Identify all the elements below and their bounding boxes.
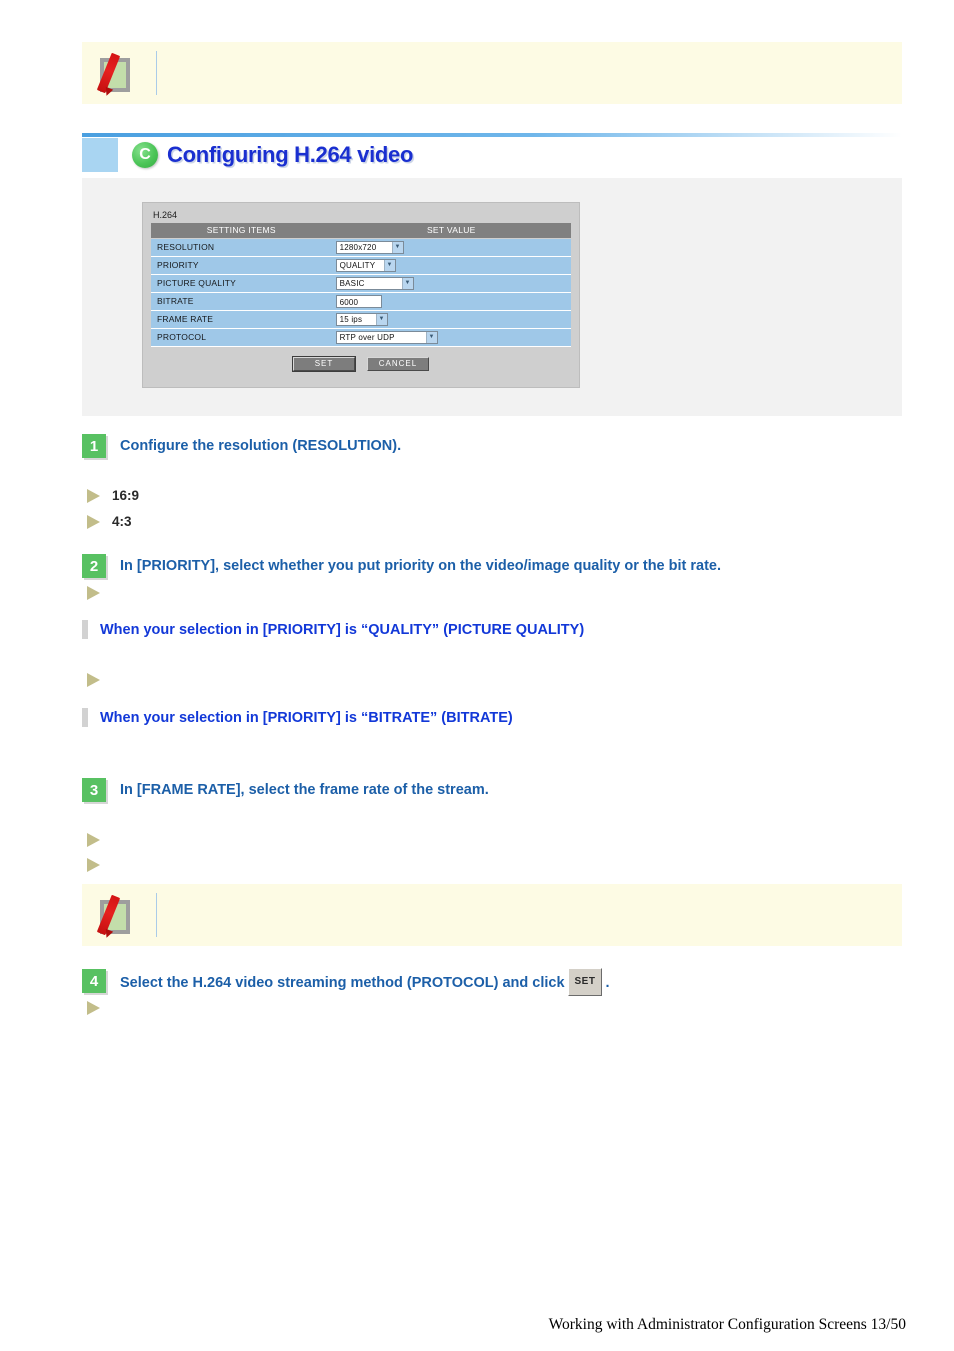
triangle-bullet-icon — [87, 586, 100, 600]
step-3-number: 3 — [82, 778, 106, 802]
column-header-setting-items: SETTING ITEMS — [151, 223, 332, 238]
dropdown-value: QUALITY — [340, 259, 380, 272]
bullet-step-2 — [87, 586, 112, 600]
chevron-down-icon: ▼ — [392, 242, 403, 253]
table-row: RESOLUTION 1280x720 ▼ — [151, 238, 571, 256]
note-divider — [156, 893, 157, 937]
dropdown-value: BASIC — [340, 277, 369, 290]
dropdown-picture-quality[interactable]: BASIC ▼ — [336, 277, 414, 290]
bullet-quality-section — [87, 673, 112, 687]
setting-value-cell: 1280x720 ▼ — [332, 238, 571, 256]
triangle-bullet-icon — [87, 489, 100, 503]
setting-label: BITRATE — [151, 292, 332, 310]
window-button-row: SET CANCEL — [151, 357, 571, 371]
setting-value-cell: RTP over UDP ▼ — [332, 328, 571, 346]
set-button[interactable]: SET — [293, 357, 355, 371]
chevron-down-icon: ▼ — [376, 314, 387, 325]
triangle-bullet-icon — [87, 833, 100, 847]
step-2-text: In [PRIORITY], select whether you put pr… — [120, 554, 721, 578]
memo-pencil-icon — [96, 52, 138, 94]
step-1: 1 Configure the resolution (RESOLUTION). — [82, 434, 401, 458]
table-header-row: SETTING ITEMS SET VALUE — [151, 223, 571, 238]
setting-label: PROTOCOL — [151, 328, 332, 346]
chevron-down-icon: ▼ — [384, 260, 395, 271]
chevron-down-icon: ▼ — [426, 332, 437, 343]
setting-value-cell: 6000 — [332, 292, 571, 310]
h264-settings-window: H.264 SETTING ITEMS SET VALUE RESOLUTION… — [142, 202, 580, 388]
triangle-bullet-icon — [87, 673, 100, 687]
bullet-step-3-a — [87, 833, 112, 847]
inline-set-button[interactable]: SET — [568, 968, 603, 996]
screenshot-panel: H.264 SETTING ITEMS SET VALUE RESOLUTION… — [82, 178, 902, 416]
dropdown-protocol[interactable]: RTP over UDP ▼ — [336, 331, 438, 344]
bullet-step-4 — [87, 1001, 112, 1015]
step-3: 3 In [FRAME RATE], select the frame rate… — [82, 778, 489, 802]
window-caption: H.264 — [151, 210, 571, 220]
bullet-step-3-b — [87, 858, 112, 872]
column-header-set-value: SET VALUE — [332, 223, 571, 238]
step-1-number: 1 — [82, 434, 106, 458]
memo-pencil-icon — [96, 894, 138, 936]
setting-value-cell: 15 ips ▼ — [332, 310, 571, 328]
triangle-bullet-icon — [87, 515, 100, 529]
page-footer: Working with Administrator Configuration… — [0, 1316, 954, 1334]
step-3-text: In [FRAME RATE], select the frame rate o… — [120, 778, 489, 802]
dropdown-value: RTP over UDP — [340, 331, 399, 344]
dropdown-frame-rate[interactable]: 15 ips ▼ — [336, 313, 388, 326]
bullet-label: 4:3 — [112, 515, 132, 529]
triangle-bullet-icon — [87, 1001, 100, 1015]
section-color-swatch — [82, 138, 118, 172]
step-4: 4 Select the H.264 video streaming metho… — [82, 969, 610, 997]
bullet-ratio-16-9: 16:9 — [87, 489, 139, 503]
dropdown-value: 15 ips — [340, 313, 367, 326]
step-2: 2 In [PRIORITY], select whether you put … — [82, 554, 721, 578]
note-divider — [156, 51, 157, 95]
dropdown-value: 1280x720 — [340, 241, 381, 254]
subheading-bar — [82, 708, 88, 727]
dropdown-resolution[interactable]: 1280x720 ▼ — [336, 241, 404, 254]
table-row: PROTOCOL RTP over UDP ▼ — [151, 328, 571, 346]
table-row: PRIORITY QUALITY ▼ — [151, 256, 571, 274]
bullet-ratio-4-3: 4:3 — [87, 515, 132, 529]
step-4-number: 4 — [82, 969, 106, 993]
bullet-label: 16:9 — [112, 489, 139, 503]
setting-label: FRAME RATE — [151, 310, 332, 328]
cancel-button[interactable]: CANCEL — [367, 357, 429, 371]
dropdown-priority[interactable]: QUALITY ▼ — [336, 259, 396, 272]
chevron-down-icon: ▼ — [402, 278, 413, 289]
subheading-text: When your selection in [PRIORITY] is “BI… — [100, 710, 513, 726]
triangle-bullet-icon — [87, 858, 100, 872]
setting-label: RESOLUTION — [151, 238, 332, 256]
subheading-quality: When your selection in [PRIORITY] is “QU… — [82, 620, 584, 639]
setting-value-cell: QUALITY ▼ — [332, 256, 571, 274]
setting-label: PRIORITY — [151, 256, 332, 274]
step-4-text: Select the H.264 video streaming method … — [120, 969, 610, 997]
table-row: FRAME RATE 15 ips ▼ — [151, 310, 571, 328]
table-row: BITRATE 6000 — [151, 292, 571, 310]
subheading-bar — [82, 620, 88, 639]
note-box-top — [82, 42, 902, 104]
table-row: PICTURE QUALITY BASIC ▼ — [151, 274, 571, 292]
setting-label: PICTURE QUALITY — [151, 274, 332, 292]
subheading-text: When your selection in [PRIORITY] is “QU… — [100, 622, 584, 638]
settings-table: SETTING ITEMS SET VALUE RESOLUTION 1280x7… — [151, 223, 571, 347]
page-title: Configuring H.264 video — [167, 142, 413, 168]
step-4-text-before: Select the H.264 video streaming method … — [120, 975, 565, 991]
subheading-bitrate: When your selection in [PRIORITY] is “BI… — [82, 708, 513, 727]
step-4-text-after: . — [605, 975, 609, 991]
note-box-bottom — [82, 884, 902, 946]
input-bitrate[interactable]: 6000 — [336, 295, 382, 308]
section-letter-badge: C — [132, 142, 158, 168]
step-1-text: Configure the resolution (RESOLUTION). — [120, 434, 401, 458]
section-heading: C Configuring H.264 video — [82, 137, 902, 173]
setting-value-cell: BASIC ▼ — [332, 274, 571, 292]
step-2-number: 2 — [82, 554, 106, 578]
